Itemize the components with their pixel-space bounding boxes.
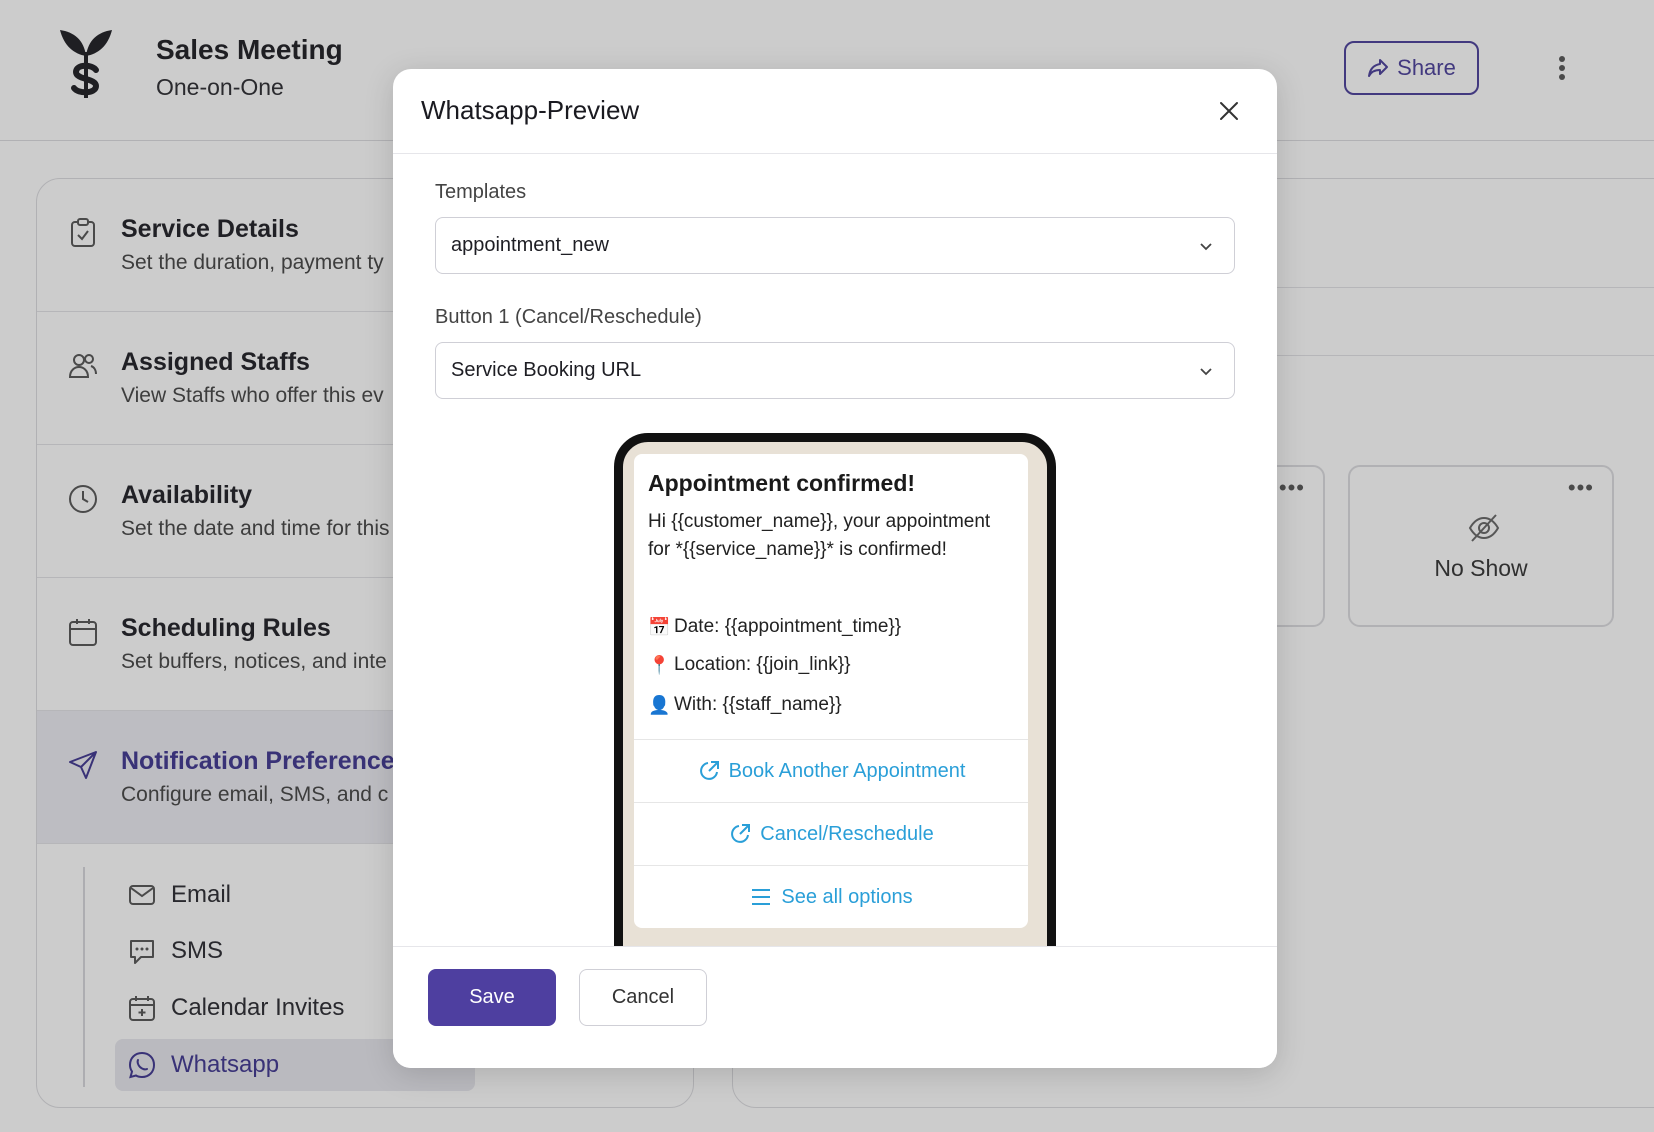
message-date-line: 📅 Date: {{appointment_time}} bbox=[648, 616, 901, 638]
message-location-text: Location: {{join_link}} bbox=[674, 654, 851, 675]
button1-label: Button 1 (Cancel/Reschedule) bbox=[435, 306, 702, 328]
message-heading: Appointment confirmed! bbox=[648, 470, 916, 496]
chevron-down-icon bbox=[1200, 243, 1212, 251]
button1-value: Service Booking URL bbox=[451, 359, 642, 381]
templates-value: appointment_new bbox=[451, 234, 609, 256]
message-location-line: 📍 Location: {{join_link}} bbox=[648, 654, 850, 676]
book-another-appointment-button[interactable]: Book Another Appointment bbox=[634, 739, 1028, 802]
whatsapp-preview-dialog: Whatsapp-Preview Templates appointment_n… bbox=[393, 69, 1277, 1068]
message-staff-line: 👤 With: {{staff_name}} bbox=[648, 694, 842, 716]
message-preview-area: Appointment confirmed! Hi {{customer_nam… bbox=[393, 409, 1277, 946]
dialog-header: Whatsapp-Preview bbox=[393, 69, 1277, 154]
save-button[interactable]: Save bbox=[428, 969, 556, 1026]
templates-select[interactable]: appointment_new bbox=[435, 217, 1235, 274]
cancel-reschedule-button[interactable]: Cancel/Reschedule bbox=[634, 802, 1028, 865]
message-button-label: Book Another Appointment bbox=[728, 759, 966, 782]
message-button-label: Cancel/Reschedule bbox=[760, 822, 934, 845]
message-button-label: See all options bbox=[781, 885, 913, 908]
dialog-footer: Save Cancel bbox=[393, 946, 1277, 1068]
phone-frame: Appointment confirmed! Hi {{customer_nam… bbox=[614, 433, 1056, 946]
message-staff-text: With: {{staff_name}} bbox=[674, 694, 842, 715]
person-emoji-icon: 👤 bbox=[648, 694, 671, 715]
pin-emoji-icon: 📍 bbox=[648, 654, 671, 675]
message-date-text: Date: {{appointment_time}} bbox=[674, 616, 902, 637]
external-link-icon bbox=[731, 824, 751, 843]
calendar-emoji-icon: 📅 bbox=[648, 616, 671, 637]
cancel-button[interactable]: Cancel bbox=[579, 969, 707, 1026]
list-icon bbox=[752, 889, 771, 905]
templates-label: Templates bbox=[435, 181, 527, 203]
see-all-options-button[interactable]: See all options bbox=[634, 865, 1028, 928]
chevron-down-icon bbox=[1200, 368, 1212, 376]
external-link-icon bbox=[699, 761, 719, 780]
message-body: Hi {{customer_name}}, your appointment f… bbox=[648, 511, 991, 560]
close-icon[interactable] bbox=[1215, 97, 1243, 125]
dialog-title: Whatsapp-Preview bbox=[421, 95, 640, 125]
button1-select[interactable]: Service Booking URL bbox=[435, 342, 1235, 399]
message-bubble: Appointment confirmed! Hi {{customer_nam… bbox=[634, 454, 1028, 928]
